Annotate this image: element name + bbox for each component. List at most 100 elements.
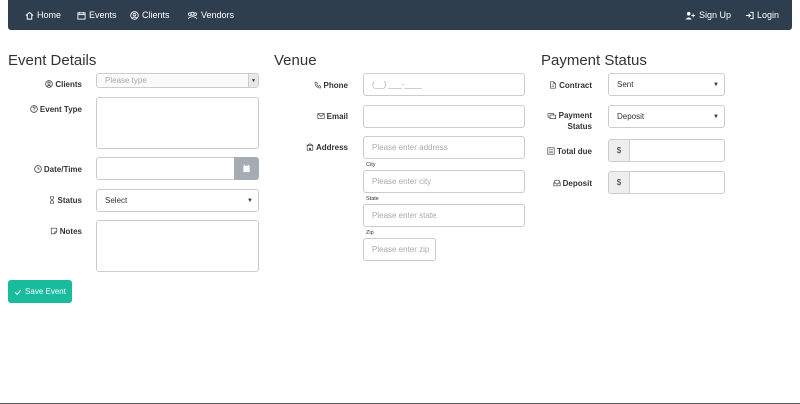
city-label: City	[366, 162, 376, 168]
payment-status-select-value: Deposit	[617, 112, 645, 121]
nav-login-label: Login	[757, 10, 780, 20]
datetime-label-text: Date/Time	[43, 164, 82, 174]
deposit-currency: $	[616, 178, 622, 187]
payment-status-label-line-1: Payment	[547, 110, 592, 121]
total-due-label-text: Total due	[557, 146, 592, 156]
deposit-label-text: Deposit	[562, 178, 592, 188]
payment-status-label: Payment Status	[530, 110, 592, 132]
event-type-label: Event Type	[20, 103, 82, 115]
notes-label-text: Notes	[59, 226, 82, 236]
calendar-icon	[77, 11, 86, 20]
nav-signup[interactable]: Sign Up	[685, 0, 731, 30]
contract-label: Contract	[530, 79, 592, 91]
check-icon	[14, 289, 22, 295]
sticky-note-icon	[50, 227, 57, 235]
contract-select-value: Sent	[617, 80, 634, 89]
email-label: Email	[286, 110, 348, 122]
state-input[interactable]: Please enter state	[363, 204, 525, 227]
navbar: Home Events Clients Vendors Sign Up Logi…	[8, 0, 792, 30]
total-due-currency-addon: $	[608, 139, 630, 162]
money-bill-icon	[547, 112, 556, 119]
nav-clients-label: Clients	[142, 10, 170, 20]
phone-label: Phone	[286, 79, 348, 91]
sign-in-icon	[745, 11, 754, 19]
user-plus-icon	[685, 11, 695, 20]
clients-label: Clients	[20, 78, 82, 90]
event-type-textarea[interactable]	[96, 97, 259, 149]
clients-label-text: Clients	[55, 79, 82, 89]
nav-login[interactable]: Login	[745, 0, 779, 30]
calendar-icon	[243, 164, 250, 173]
state-placeholder: Please enter state	[372, 211, 437, 220]
phone-icon	[314, 81, 321, 89]
email-label-text: Email	[326, 111, 348, 121]
zip-input[interactable]: Please enter zip	[363, 238, 436, 261]
venue-title: Venue	[274, 52, 317, 69]
contract-label-text: Contract	[559, 80, 592, 90]
nav-home[interactable]: Home	[25, 0, 61, 30]
notes-label: Notes	[20, 225, 82, 237]
caret-down-icon: ▼	[251, 77, 256, 84]
list-alt-icon	[547, 147, 555, 155]
envelope-icon	[317, 113, 325, 119]
status-select[interactable]: Select ▼	[96, 189, 259, 212]
payment-status-select[interactable]: Deposit ▼	[608, 105, 725, 128]
hourglass-icon	[49, 196, 54, 204]
payment-status-label-text-1: Payment	[558, 111, 592, 120]
address-input[interactable]: Please enter address	[363, 136, 525, 159]
caret-down-icon: ▼	[247, 197, 253, 204]
save-event-label: Save Event	[25, 287, 66, 296]
email-input[interactable]	[363, 105, 525, 128]
clients-placeholder: Please type	[105, 76, 147, 85]
total-due-label: Total due	[530, 145, 592, 157]
question-circle-icon	[30, 105, 38, 113]
total-due-input[interactable]	[629, 139, 725, 162]
user-circle-icon	[45, 80, 54, 88]
user-circle-icon	[130, 10, 139, 20]
address-placeholder: Please enter address	[372, 143, 448, 152]
nav-signup-label: Sign Up	[699, 10, 732, 20]
nav-home-label: Home	[37, 10, 62, 20]
caret-down-icon: ▼	[713, 113, 719, 120]
clients-dropdown-toggle[interactable]: ▼	[248, 74, 258, 87]
clock-icon	[34, 165, 42, 173]
address-label-text: Address	[315, 142, 348, 152]
nav-vendors[interactable]: Vendors	[187, 0, 234, 30]
address-label: Address	[286, 141, 348, 153]
deposit-currency-addon: $	[608, 171, 630, 194]
contract-select[interactable]: Sent ▼	[608, 73, 725, 96]
event-details-title: Event Details	[8, 52, 97, 69]
nav-events-label: Events	[89, 10, 117, 20]
phone-label-text: Phone	[323, 80, 348, 90]
payment-status-label-text-2: Status	[567, 122, 592, 131]
nav-clients[interactable]: Clients	[130, 0, 170, 30]
clients-input[interactable]: Please type ▼	[96, 73, 259, 88]
home-icon	[25, 11, 34, 20]
nav-vendors-label: Vendors	[201, 10, 235, 20]
phone-input[interactable]: (__) ___-____	[363, 73, 525, 96]
status-label: Status	[20, 194, 82, 206]
deposit-label: Deposit	[530, 177, 592, 189]
city-placeholder: Please enter city	[372, 177, 432, 186]
zip-label: Zip	[366, 230, 374, 236]
city-input[interactable]: Please enter city	[363, 170, 525, 193]
calendar-button[interactable]	[234, 157, 259, 180]
payment-status-title: Payment Status	[541, 52, 647, 69]
status-label-text: Status	[57, 195, 82, 205]
nav-events[interactable]: Events	[77, 0, 117, 30]
notes-textarea[interactable]	[96, 220, 259, 272]
zip-placeholder: Please enter zip	[372, 245, 430, 254]
caret-down-icon: ▼	[713, 81, 719, 88]
users-icon	[187, 11, 198, 19]
phone-placeholder: (__) ___-____	[372, 80, 423, 89]
save-event-button[interactable]: Save Event	[8, 280, 72, 303]
deposit-input[interactable]	[629, 171, 725, 194]
inbox-icon	[553, 179, 561, 187]
event-type-label-text: Event Type	[39, 104, 82, 114]
file-icon	[550, 81, 556, 89]
state-label: State	[366, 196, 379, 202]
building-icon	[306, 143, 314, 151]
total-due-currency: $	[616, 146, 622, 155]
datetime-label: Date/Time	[20, 163, 82, 175]
datetime-input[interactable]	[96, 157, 235, 180]
